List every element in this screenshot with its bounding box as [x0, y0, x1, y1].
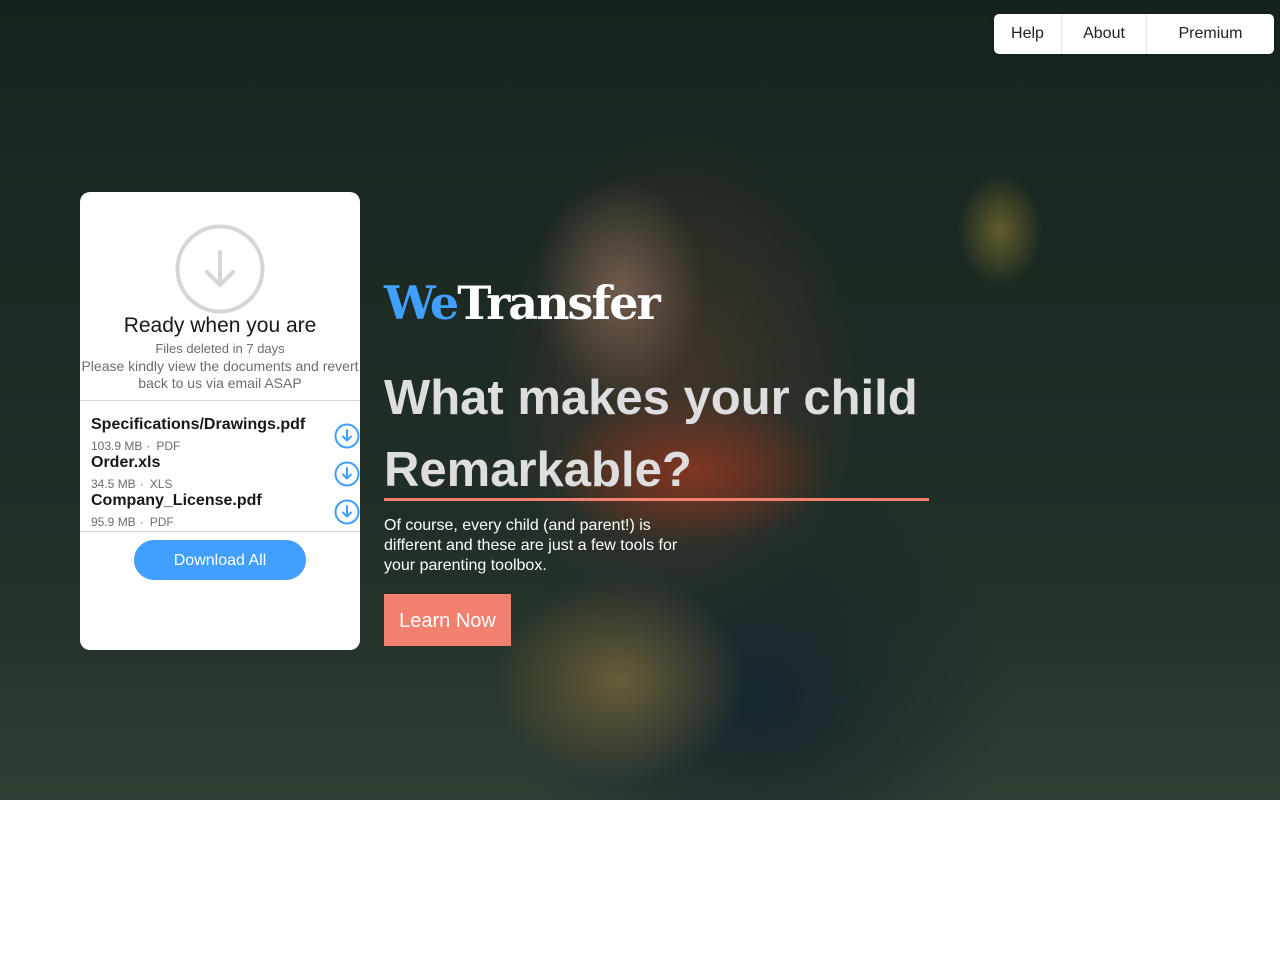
file-name: Specifications/Drawings.pdf	[91, 416, 306, 433]
file-row: Company_License.pdf 95.9 MB · PDF	[91, 492, 360, 530]
learn-now-button[interactable]: Learn Now	[384, 594, 511, 646]
logo-part-transfer: Transfer	[457, 276, 661, 330]
download-circle-icon[interactable]	[334, 499, 360, 525]
file-size: 103.9 MB	[91, 439, 143, 453]
hero-headline: What makes your child Remarkable?	[384, 371, 918, 497]
hero-subtext: Of course, every child (and parent!) is …	[384, 517, 678, 574]
meta-separator: ·	[139, 477, 144, 491]
file-type: XLS	[149, 477, 173, 491]
divider	[80, 531, 360, 532]
download-circle-icon[interactable]	[334, 423, 360, 449]
expiry-notice: Files deleted in 7 days	[155, 341, 285, 356]
top-navigation: Help About Premium	[994, 14, 1274, 54]
divider	[80, 400, 360, 401]
file-size: 34.5 MB	[91, 477, 136, 491]
nav-help-button[interactable]: Help	[994, 14, 1062, 54]
file-row: Specifications/Drawings.pdf 103.9 MB · PDF	[91, 416, 360, 454]
file-row: Order.xls 34.5 MB · XLS	[91, 454, 360, 492]
meta-separator: ·	[139, 515, 144, 529]
wetransfer-logo: WeTransfer	[384, 276, 661, 330]
file-name: Company_License.pdf	[91, 492, 262, 509]
nav-about-button[interactable]: About	[1062, 14, 1147, 54]
file-meta: 34.5 MB · XLS	[91, 477, 172, 491]
headline-underline	[384, 498, 929, 501]
transfer-panel: Ready when you are Files deleted in 7 da…	[80, 192, 360, 650]
file-type: PDF	[156, 439, 181, 453]
download-all-button[interactable]: Download All	[134, 540, 306, 580]
file-name: Order.xls	[91, 454, 161, 471]
download-circle-icon[interactable]	[334, 461, 360, 487]
logo-part-we: We	[384, 276, 459, 330]
sender-message: Please kindly view the documents and rev…	[81, 358, 359, 391]
file-type: PDF	[149, 515, 174, 529]
file-meta: 95.9 MB · PDF	[91, 515, 174, 529]
nav-premium-button[interactable]: Premium	[1147, 14, 1274, 54]
meta-separator: ·	[146, 439, 151, 453]
download-arrow-circle-icon	[175, 224, 265, 314]
file-meta: 103.9 MB · PDF	[91, 439, 180, 453]
panel-title: Ready when you are	[123, 314, 317, 337]
file-size: 95.9 MB	[91, 515, 136, 529]
